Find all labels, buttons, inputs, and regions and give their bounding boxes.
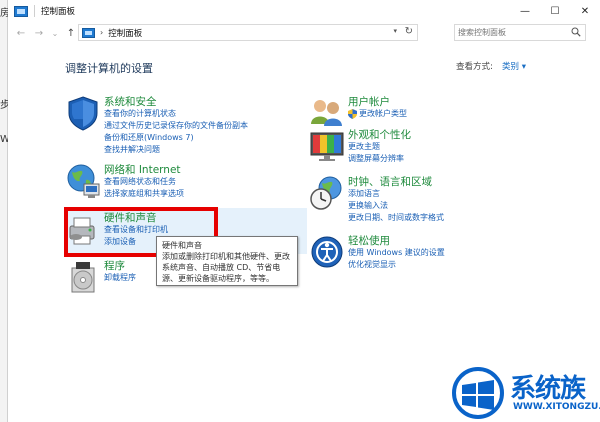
search-icon[interactable] [571, 27, 581, 37]
category-title[interactable]: 时钟、语言和区域 [348, 174, 432, 189]
link-optimize-display[interactable]: 优化视觉显示 [348, 259, 396, 270]
desktop-edge: 房 步 W [0, 0, 8, 422]
tooltip-line: 源、更新设备驱动程序，等等。 [162, 274, 274, 283]
link-uninstall-program[interactable]: 卸载程序 [104, 272, 136, 283]
link-change-input-method[interactable]: 更换输入法 [348, 200, 388, 211]
desktop-glyph: 步 [0, 100, 8, 111]
tooltip-title: 硬件和声音 [162, 241, 202, 250]
navigation-bar: ← → ⌄ ↑ › 控制面板 ▾ ↻ [8, 22, 600, 44]
control-panel-icon [82, 27, 95, 38]
forward-arrow-icon[interactable]: → [32, 24, 46, 42]
watermark-url: WWW.XITONGZU.COM [513, 402, 600, 412]
appearance-monitor-icon[interactable] [308, 127, 346, 165]
link-backup-restore[interactable]: 备份和还原(Windows 7) [104, 132, 194, 143]
network-globe-icon[interactable] [64, 162, 102, 200]
category-title[interactable]: 轻松使用 [348, 233, 390, 248]
watermark-brand: 系统族 [510, 374, 586, 404]
category-appearance: 外观和个性化 更改主题 调整屏幕分辨率 [308, 127, 548, 167]
category-title[interactable]: 用户帐户 [348, 94, 390, 109]
category-system-security: 系统和安全 查看你的计算机状态 通过文件历史记录保存你的文件备份副本 备份和还原… [64, 94, 304, 164]
close-button[interactable]: ✕ [570, 0, 600, 22]
link-recommended-settings[interactable]: 使用 Windows 建议的设置 [348, 247, 445, 258]
link-network-status[interactable]: 查看网络状态和任务 [104, 176, 176, 187]
desktop-glyph: W [0, 134, 8, 145]
control-panel-icon [14, 5, 28, 17]
address-bar[interactable]: › 控制面板 ▾ ↻ [78, 24, 418, 41]
link-troubleshoot[interactable]: 查找并解决问题 [104, 144, 160, 155]
window-title: 控制面板 [41, 7, 76, 17]
category-title[interactable]: 系统和安全 [104, 94, 157, 109]
category-network-internet: 网络和 Internet 查看网络状态和任务 选择家庭组和共享选项 [64, 162, 304, 202]
window-controls: — ☐ ✕ [510, 0, 600, 22]
link-screen-resolution[interactable]: 调整屏幕分辨率 [348, 153, 404, 164]
ease-of-access-icon[interactable] [308, 233, 346, 271]
breadcrumb[interactable]: 控制面板 [108, 27, 142, 39]
page-title: 调整计算机的设置 [65, 62, 153, 75]
tooltip-line: 系统声音、自动播放 CD、节省电 [162, 263, 281, 272]
back-arrow-icon[interactable]: ← [14, 24, 28, 42]
category-clock-language-region: 时钟、语言和区域 添加语言 更换输入法 更改日期、时间或数字格式 [308, 174, 548, 226]
link-date-time-format[interactable]: 更改日期、时间或数字格式 [348, 212, 444, 223]
search-box[interactable] [454, 24, 586, 41]
category-user-accounts: 用户帐户 更改帐户类型 [308, 94, 548, 126]
windows-logo-icon [452, 367, 504, 419]
minimize-button[interactable]: — [510, 0, 540, 22]
shield-icon[interactable] [64, 94, 102, 132]
search-input[interactable] [458, 25, 568, 40]
view-by-dropdown[interactable]: 类别 ▾ [502, 60, 526, 72]
category-title[interactable]: 外观和个性化 [348, 127, 411, 142]
category-ease-of-access: 轻松使用 使用 Windows 建议的设置 优化视觉显示 [308, 233, 548, 273]
maximize-button[interactable]: ☐ [540, 0, 570, 22]
category-title[interactable]: 程序 [104, 258, 125, 273]
desktop-glyph: 房 [0, 8, 8, 19]
recent-locations-chevron-icon[interactable]: ⌄ [48, 24, 62, 42]
clock-globe-icon[interactable] [308, 174, 346, 212]
uac-shield-icon [348, 109, 357, 119]
link-add-language[interactable]: 添加语言 [348, 188, 380, 199]
link-file-history-backup[interactable]: 通过文件历史记录保存你的文件备份副本 [104, 120, 248, 131]
link-homegroup-sharing[interactable]: 选择家庭组和共享选项 [104, 188, 184, 199]
up-arrow-icon[interactable]: ↑ [64, 24, 78, 42]
category-title[interactable]: 网络和 Internet [104, 162, 181, 177]
tooltip-line: 添加或删除打印机和其他硬件、更改 [162, 252, 290, 261]
link-change-theme[interactable]: 更改主题 [348, 141, 380, 152]
programs-disc-icon[interactable] [64, 258, 102, 296]
title-bar[interactable]: 控制面板 — ☐ ✕ [8, 0, 600, 22]
title-separator [34, 5, 35, 17]
address-dropdown-icon[interactable]: ▾ [393, 27, 397, 35]
tooltip: 硬件和声音 添加或删除打印机和其他硬件、更改 系统声音、自动播放 CD、节省电 … [156, 236, 298, 286]
control-panel-window: 控制面板 — ☐ ✕ ← → ⌄ ↑ › 控制面板 ▾ ↻ 调整计算机的设置 查… [8, 0, 600, 422]
view-by-label: 查看方式: [456, 62, 493, 72]
refresh-icon[interactable]: ↻ [405, 26, 413, 37]
link-change-account-type[interactable]: 更改帐户类型 [359, 108, 407, 119]
link-view-computer-status[interactable]: 查看你的计算机状态 [104, 108, 176, 119]
breadcrumb-chevron-icon[interactable]: › [100, 28, 103, 37]
